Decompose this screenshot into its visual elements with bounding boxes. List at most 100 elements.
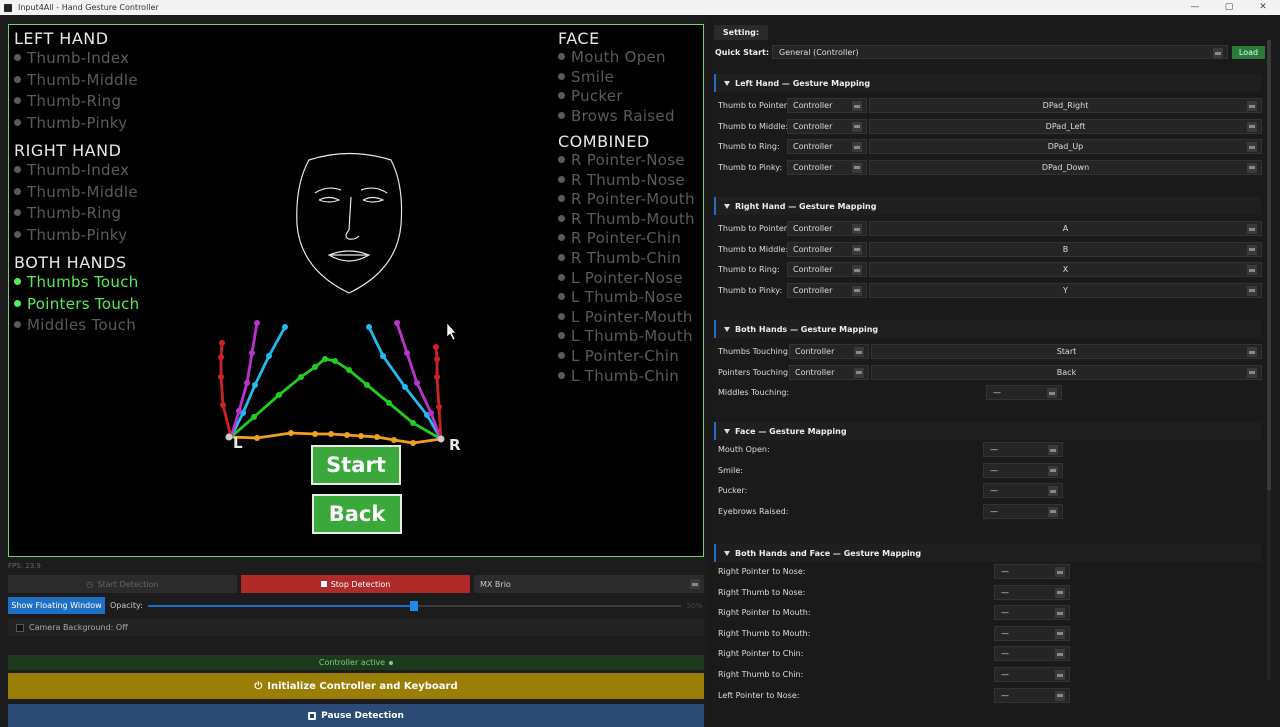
dropdown-icon[interactable] [1247,121,1257,132]
device-select[interactable]: Controller [787,241,867,257]
dropdown-icon[interactable] [1247,142,1257,153]
action-select[interactable]: DPad_Left [869,118,1262,134]
dropdown-icon[interactable] [1048,506,1058,517]
action-select[interactable]: — [994,667,1070,682]
section-header-combined[interactable]: Both Hands and Face — Gesture Mapping [714,544,1261,562]
device-select[interactable]: Controller [787,221,867,236]
action-select[interactable]: DPad_Up [869,139,1262,155]
dropdown-icon[interactable] [1247,347,1257,357]
action-select[interactable]: — [983,503,1063,519]
dropdown-icon[interactable] [1213,48,1223,58]
action-select[interactable]: — [994,564,1070,579]
dropdown-icon[interactable] [852,244,862,255]
scrollbar[interactable] [1267,40,1271,680]
action-select[interactable]: — [983,462,1063,478]
slider-knob[interactable] [410,600,419,611]
section-header-face[interactable]: Face — Gesture Mapping [714,422,1261,440]
section-header-left-hand[interactable]: Left Hand — Gesture Mapping [714,74,1261,92]
section-header-right-hand[interactable]: Right Hand — Gesture Mapping [714,197,1261,215]
dropdown-icon[interactable] [1055,649,1065,660]
device-select[interactable]: Controller [787,159,867,175]
collapse-triangle-icon[interactable] [724,550,730,556]
dropdown-icon[interactable] [1247,162,1257,173]
action-select[interactable]: — [994,605,1070,621]
start-detection-button[interactable]: ◷ Start Detection [8,575,237,593]
dropdown-icon[interactable] [1055,628,1065,639]
dropdown-icon[interactable] [852,101,862,111]
dropdown-icon[interactable] [1055,690,1065,701]
gesture-indicator: Thumb-Ring [14,203,138,225]
dropdown-icon[interactable] [1247,224,1257,234]
collapse-triangle-icon[interactable] [724,80,730,86]
action-select[interactable]: B [869,241,1262,257]
device-select-value: Controller [793,285,833,295]
show-floating-window-button[interactable]: Show Floating Window [8,597,105,614]
initialize-controller-button[interactable]: ⏻ Initialize Controller and Keyboard [8,673,704,699]
gesture-indicator: L Thumb-Mouth [558,327,695,347]
collapse-triangle-icon[interactable] [724,203,730,209]
section-title: Both Hands — Gesture Mapping [735,324,879,334]
dropdown-icon[interactable] [1055,670,1065,680]
pause-detection-button[interactable]: Pause Detection [8,704,704,727]
device-select[interactable]: Controller [789,344,869,359]
dropdown-icon[interactable] [852,121,862,132]
collapse-triangle-icon[interactable] [724,326,730,332]
checkbox[interactable] [16,623,24,632]
dropdown-icon[interactable] [854,347,864,357]
load-button[interactable]: Load [1232,45,1265,59]
dropdown-icon[interactable] [1048,486,1058,497]
device-select[interactable]: Controller [787,98,867,113]
dropdown-icon[interactable] [854,367,864,378]
mapping-label: Middles Touching: [718,388,790,397]
dropdown-icon[interactable] [690,579,700,589]
tab-settings[interactable]: Setting: [714,25,768,40]
quick-start-select[interactable]: General (Controller) [772,45,1228,59]
section-header-both-hands[interactable]: Both Hands — Gesture Mapping [714,320,1261,338]
dropdown-icon[interactable] [1247,367,1257,378]
opacity-slider[interactable] [147,600,681,611]
action-select[interactable]: Back [871,364,1262,380]
action-select[interactable]: — [983,442,1063,457]
device-select[interactable]: Controller [787,282,867,298]
dropdown-icon[interactable] [852,162,862,173]
device-select[interactable]: Controller [787,262,867,278]
action-select[interactable]: DPad_Down [869,159,1262,175]
action-select[interactable]: — [983,483,1063,499]
action-select-value: — [990,506,998,516]
action-select[interactable]: — [994,687,1070,703]
close-button[interactable]: ✕ [1246,0,1280,15]
action-select[interactable]: Y [869,282,1262,298]
action-select[interactable]: — [994,646,1070,662]
action-select[interactable]: — [994,584,1070,600]
dropdown-icon[interactable] [1247,244,1257,255]
dropdown-icon[interactable] [1247,265,1257,276]
action-select[interactable]: — [986,385,1062,400]
dropdown-icon[interactable] [1055,587,1065,598]
action-select[interactable]: A [869,221,1262,236]
dropdown-icon[interactable] [852,285,862,296]
action-select[interactable]: — [994,625,1070,641]
action-select[interactable]: Start [871,344,1262,359]
collapse-triangle-icon[interactable] [724,428,730,434]
device-select[interactable]: Controller [787,139,867,155]
dropdown-icon[interactable] [1055,608,1065,619]
device-select[interactable]: Controller [789,364,869,380]
device-select[interactable]: Controller [787,118,867,134]
stop-detection-button[interactable]: Stop Detection [241,575,470,593]
camera-select[interactable]: MX Brio [474,575,704,593]
maximize-button[interactable]: ▢ [1212,0,1246,15]
camera-background-toggle[interactable]: Camera Background: Off [8,619,704,636]
dropdown-icon[interactable] [1247,285,1257,296]
action-select[interactable]: X [869,262,1262,278]
dropdown-icon[interactable] [1247,101,1257,111]
dropdown-icon[interactable] [1055,567,1065,577]
dropdown-icon[interactable] [852,265,862,276]
action-select[interactable]: DPad_Right [869,98,1262,113]
dropdown-icon[interactable] [1048,445,1058,455]
scrollbar-thumb[interactable] [1267,40,1271,490]
dropdown-icon[interactable] [852,224,862,234]
minimize-button[interactable]: — [1178,0,1212,15]
dropdown-icon[interactable] [1048,465,1058,476]
dropdown-icon[interactable] [1047,388,1057,398]
dropdown-icon[interactable] [852,142,862,153]
